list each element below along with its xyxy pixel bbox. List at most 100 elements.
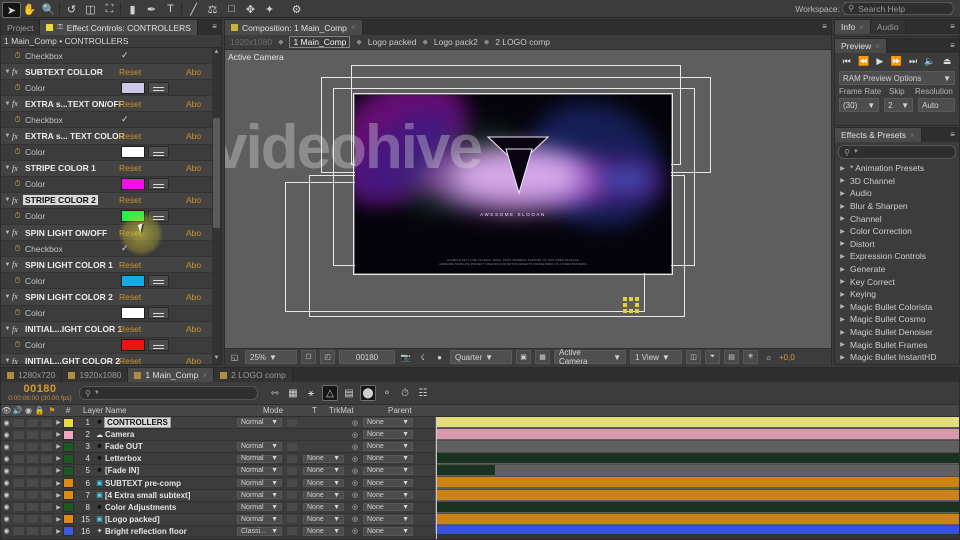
stopwatch-icon[interactable]: ⏱ [12, 211, 23, 221]
disclosure-triangle-icon[interactable]: ▼ [3, 358, 12, 364]
disclosure-triangle-icon[interactable]: ▶ [54, 516, 63, 523]
eyedropper-button[interactable] [148, 81, 169, 94]
parent-select[interactable]: None ▼ [363, 466, 413, 476]
about-button[interactable]: Abo [186, 260, 201, 270]
tab-preview[interactable]: Preview × [835, 39, 887, 53]
eye-icon[interactable]: ◉ [1, 455, 12, 463]
eye-icon[interactable]: ◉ [1, 431, 12, 439]
parent-select[interactable]: None ▼ [363, 515, 413, 524]
camera-select[interactable]: Active Camera ▼ [554, 348, 626, 366]
mode-select[interactable]: Classi... ▼ [237, 527, 282, 536]
parent-select[interactable]: None ▼ [363, 490, 413, 500]
region-button[interactable]: ▣ [516, 350, 531, 364]
effects-category-item[interactable]: ▶ Key Correct [835, 275, 959, 288]
disclosure-triangle-icon[interactable]: ▶ [54, 443, 63, 450]
about-button[interactable]: Abo [186, 131, 201, 141]
disclosure-triangle-icon[interactable]: ▶ [54, 504, 63, 511]
disclosure-triangle-icon[interactable]: ▶ [54, 431, 63, 438]
label-color[interactable] [63, 429, 74, 440]
eye-icon[interactable]: ◉ [1, 467, 12, 475]
disclosure-triangle-icon[interactable]: ▶ [839, 354, 846, 361]
layer-name[interactable]: Camera [105, 430, 134, 439]
disclosure-triangle-icon[interactable]: ▼ [3, 165, 12, 171]
zoom-select[interactable]: 25% ▼ [245, 350, 297, 364]
effects-category-item[interactable]: ▶ Magic Bullet Denoiser [835, 326, 959, 339]
eyedropper-button[interactable] [148, 307, 169, 320]
effect-property-row[interactable]: ⏱ Color [1, 80, 221, 97]
lock-toggle[interactable] [40, 502, 53, 513]
timeline-tab[interactable]: 1280x720 [1, 368, 63, 382]
track-row[interactable] [435, 501, 959, 514]
trkmat-select[interactable]: None ▼ [303, 490, 344, 500]
track-area[interactable]: 0000000010000200003000040000500006000070… [435, 417, 959, 539]
eye-icon[interactable]: ◉ [1, 443, 12, 451]
effects-category-item[interactable]: ▶ Blur & Sharpen [835, 200, 959, 213]
zoom-tool[interactable]: 🔍 [40, 2, 57, 16]
layer-name[interactable]: SUBTEXT pre-comp [105, 479, 181, 488]
label-color[interactable] [63, 465, 74, 476]
disclosure-triangle-icon[interactable]: ▶ [54, 480, 63, 487]
effects-category-item[interactable]: ▶ Generate [835, 263, 959, 276]
label-color[interactable] [63, 490, 74, 501]
tab-effect-controls[interactable]: ⚿ Effect Controls: CONTROLLERS [40, 20, 198, 35]
parent-pickwhip-icon[interactable]: ◎ [352, 503, 358, 511]
effects-search-input[interactable]: ⚲ ▼ [838, 145, 956, 159]
reset-button[interactable]: Reset [119, 324, 141, 334]
clone-stamp-tool[interactable]: ⚖ [204, 2, 221, 16]
audio-icon[interactable]: 🔈 [924, 56, 935, 67]
mode-select[interactable]: Normal ▼ [237, 454, 282, 464]
panel-menu-icon[interactable]: ≡ [818, 20, 831, 32]
frame-rate-select[interactable]: (30) ▼ [839, 98, 880, 112]
reset-button[interactable]: Reset [119, 131, 141, 141]
eye-icon[interactable]: ◉ [1, 527, 12, 535]
panel-menu-icon[interactable]: ≡ [946, 39, 959, 51]
solo-toggle[interactable] [26, 417, 39, 428]
lock-icon[interactable]: ⚿ [57, 24, 62, 32]
disclosure-triangle-icon[interactable]: ▼ [3, 326, 12, 332]
about-button[interactable]: Abo [186, 356, 201, 364]
checkbox[interactable]: ✓ [121, 51, 130, 60]
track-row[interactable] [435, 465, 959, 478]
tab-audio[interactable]: Audio [870, 20, 906, 34]
effect-property-row[interactable]: ⏱ Color [1, 305, 221, 322]
parent-select[interactable]: None ▼ [363, 527, 413, 536]
ram-preview-options-select[interactable]: RAM Preview Options ▼ [839, 71, 955, 85]
layer-duration-bar[interactable] [437, 453, 959, 464]
disclosure-triangle-icon[interactable]: ▶ [54, 455, 63, 462]
layer-duration-bar[interactable] [437, 513, 959, 524]
disclosure-triangle-icon[interactable]: ▶ [839, 165, 846, 172]
reset-button[interactable]: Reset [119, 260, 141, 270]
close-icon[interactable]: × [351, 23, 356, 32]
label-color[interactable] [63, 417, 74, 428]
effect-row[interactable]: ▼ fx SUBTEXT COLLOR Reset Abo [1, 64, 221, 81]
effects-category-item[interactable]: ▶ Magic Bullet InstantHD [835, 351, 959, 364]
views-select[interactable]: 1 View ▼ [630, 350, 682, 364]
scrollbar-thumb[interactable] [213, 118, 220, 228]
prev-frame-icon[interactable]: ⏪ [858, 56, 869, 67]
disclosure-triangle-icon[interactable]: ▶ [839, 240, 846, 247]
effect-row[interactable]: ▼ fx SPIN LIGHT COLOR 2 Reset Abo [1, 289, 221, 306]
parent-pickwhip-icon[interactable]: ◎ [352, 527, 358, 535]
effects-category-item[interactable]: ▶ 3D Channel [835, 175, 959, 188]
trkmat-select[interactable]: None ▼ [303, 454, 344, 464]
disclosure-triangle-icon[interactable]: ▶ [54, 419, 63, 426]
tab-effects-presets[interactable]: Effects & Presets × [835, 128, 922, 142]
disclosure-triangle-icon[interactable]: ▶ [54, 467, 63, 474]
safe-zones-button[interactable]: ☐ [301, 350, 316, 364]
parent-pickwhip-icon[interactable]: ◎ [352, 431, 358, 439]
solo-toggle[interactable] [26, 502, 39, 513]
eye-icon[interactable]: ◉ [1, 515, 12, 523]
parent-pickwhip-icon[interactable]: ◎ [352, 491, 358, 499]
disclosure-triangle-icon[interactable]: ▶ [839, 291, 846, 298]
lock-toggle[interactable] [40, 465, 53, 476]
mode-select[interactable]: Normal ▼ [237, 466, 282, 476]
table-row[interactable]: ◉ ▶ 15 ▣ [Logo packed] Normal ▼ None ▼ ◎ None ▼ [1, 513, 435, 526]
close-icon[interactable]: × [202, 371, 207, 380]
table-row[interactable]: ◉ ▶ 4 ■ Letterbox Normal ▼ None ▼ ◎ None ▼ [1, 453, 435, 466]
timeline-tab[interactable]: 1920x1080 [62, 368, 129, 382]
solo-toggle[interactable] [26, 441, 39, 452]
lock-toggle[interactable] [40, 526, 53, 537]
disclosure-triangle-icon[interactable]: ▶ [839, 203, 846, 210]
color-swatch[interactable] [121, 339, 145, 352]
audio-toggle[interactable] [12, 490, 25, 501]
